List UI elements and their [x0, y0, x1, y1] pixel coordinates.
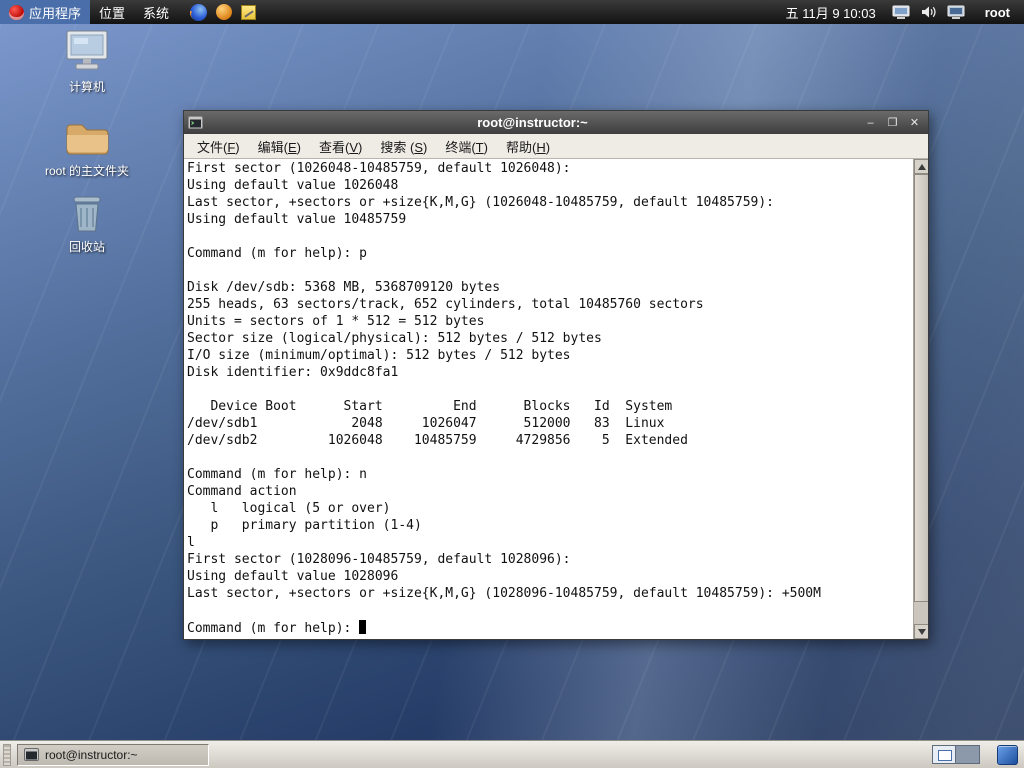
applications-menu[interactable]: 应用程序: [0, 0, 91, 24]
task-button-label: root@instructor:~: [45, 747, 138, 762]
menu-search[interactable]: 搜索 (S): [371, 134, 436, 159]
terminal-line: l: [187, 535, 195, 550]
top-panel: 应用程序 位置 系统 五 11月 9 10:03 root: [0, 0, 1024, 24]
menu-view[interactable]: 查看(V): [310, 134, 371, 159]
terminal-window-icon: [188, 116, 204, 130]
workspace-switcher: [932, 745, 980, 764]
volume-icon[interactable]: [920, 4, 937, 20]
scroll-down-button[interactable]: [914, 624, 928, 639]
terminal-line: Using default value 10485759: [187, 212, 407, 227]
terminal-line: Last sector, +sectors or +size{K,M,G} (1…: [187, 195, 774, 210]
taskbar: root@instructor:~: [0, 740, 1024, 768]
terminal-line: Last sector, +sectors or +size{K,M,G} (1…: [187, 586, 821, 601]
terminal-menubar: 文件(F) 编辑(E) 查看(V) 搜索 (S) 终端(T) 帮助(H): [184, 134, 928, 159]
close-button[interactable]: ✕: [905, 114, 924, 131]
window-title: root@instructor:~: [477, 115, 588, 130]
desktop-icon-computer[interactable]: 计算机: [37, 28, 137, 95]
menu-terminal[interactable]: 终端(T): [436, 134, 497, 159]
applications-menu-label: 应用程序: [29, 5, 82, 21]
terminal-content[interactable]: First sector (1026048-10485759, default …: [184, 159, 928, 639]
clock[interactable]: 五 11月 9 10:03: [780, 3, 882, 22]
task-terminal-icon: [24, 748, 39, 761]
terminal-line: /dev/sdb1 2048 1026047 512000 83 Linux: [187, 416, 665, 431]
terminal-line: Using default value 1026048: [187, 178, 399, 193]
panel-applet-icon[interactable]: [997, 745, 1018, 765]
terminal-titlebar[interactable]: root@instructor:~ – ❐ ✕: [184, 111, 928, 134]
menu-file[interactable]: 文件(F): [188, 134, 249, 159]
workspace-1[interactable]: [932, 745, 956, 764]
terminal-line: p primary partition (1-4): [187, 518, 422, 533]
user-indicator[interactable]: root: [975, 5, 1016, 20]
desktop-icon-label: root 的主文件夹: [44, 164, 129, 178]
computer-status-icon[interactable]: [892, 5, 910, 20]
desktop-icon-label: 计算机: [68, 80, 105, 94]
system-menu-label: 系统: [143, 5, 170, 21]
home-folder-icon: [37, 112, 137, 158]
terminal-line: Command (m for help): p: [187, 246, 368, 261]
terminal-line: Disk identifier: 0x9ddc8fa1: [187, 365, 399, 380]
terminal-line: Sector size (logical/physical): 512 byte…: [187, 331, 602, 346]
desktop-screen: 应用程序 位置 系统 五 11月 9 10:03 root 计算机 root 的…: [0, 0, 1024, 768]
places-menu-label: 位置: [99, 5, 126, 21]
terminal-line: Using default value 1028096: [187, 569, 399, 584]
redhat-logo-icon: [9, 4, 24, 20]
app-launcher-icon[interactable]: [216, 4, 233, 20]
terminal-line: 255 heads, 63 sectors/track, 652 cylinde…: [187, 297, 704, 312]
display-icon[interactable]: [947, 5, 965, 20]
trash-icon: [37, 188, 137, 234]
terminal-line: l logical (5 or over): [187, 501, 391, 516]
firefox-launcher-icon[interactable]: [190, 3, 208, 21]
terminal-output: First sector (1026048-10485759, default …: [184, 159, 913, 639]
notes-launcher-icon[interactable]: [241, 4, 257, 20]
menu-help[interactable]: 帮助(H): [497, 134, 559, 159]
terminal-line: First sector (1028096-10485759, default …: [187, 552, 571, 567]
places-menu[interactable]: 位置: [90, 0, 134, 24]
terminal-cursor: [359, 620, 367, 634]
menu-edit[interactable]: 编辑(E): [249, 134, 310, 159]
scroll-up-button[interactable]: [914, 159, 928, 174]
terminal-line: Device Boot Start End Blocks Id System: [187, 399, 673, 414]
terminal-window: root@instructor:~ – ❐ ✕ 文件(F) 编辑(E) 查看(V…: [183, 110, 929, 640]
task-button-terminal[interactable]: root@instructor:~: [17, 743, 209, 766]
terminal-line: Command (m for help): n: [187, 467, 368, 482]
maximize-button[interactable]: ❐: [883, 114, 902, 131]
terminal-line: Command action: [187, 484, 297, 499]
minimize-button[interactable]: –: [861, 114, 880, 131]
terminal-line: First sector (1026048-10485759, default …: [187, 161, 571, 176]
computer-icon: [37, 28, 137, 74]
terminal-line: I/O size (minimum/optimal): 512 bytes / …: [187, 348, 571, 363]
taskbar-handle[interactable]: [3, 743, 11, 766]
workspace-2[interactable]: [956, 745, 980, 764]
terminal-line: /dev/sdb2 1026048 10485759 4729856 5 Ext…: [187, 433, 688, 448]
desktop-icon-home-folder[interactable]: root 的主文件夹: [37, 112, 137, 179]
scrollbar[interactable]: [913, 159, 928, 639]
scrollbar-thumb[interactable]: [914, 174, 928, 602]
terminal-line: Disk /dev/sdb: 5368 MB, 5368709120 bytes: [187, 280, 501, 295]
terminal-line: Units = sectors of 1 * 512 = 512 bytes: [187, 314, 485, 329]
desktop-icon-label: 回收站: [68, 240, 105, 254]
desktop-icon-trash[interactable]: 回收站: [37, 188, 137, 255]
terminal-line: Command (m for help):: [187, 620, 913, 637]
system-menu[interactable]: 系统: [134, 0, 178, 24]
